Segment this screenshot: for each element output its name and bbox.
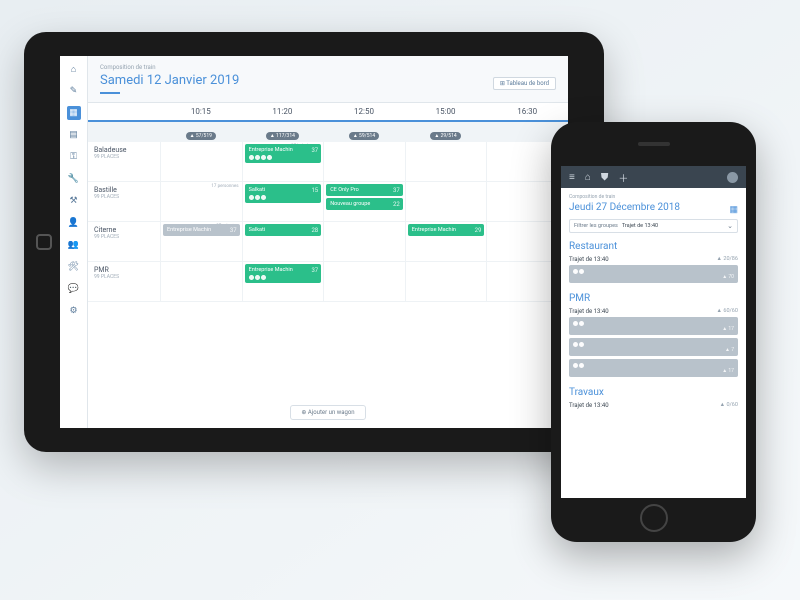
table-row: Bastille99 PLACES17 personnesSalkati15CE… [88, 182, 568, 222]
add-wagon-row: ⊕ Ajouter un wagon [88, 391, 568, 428]
booking-card[interactable]: Entreprise Machin29 [408, 224, 485, 236]
sidebar-icon-key[interactable]: ⚿ [67, 150, 81, 164]
grid-cell[interactable] [405, 182, 487, 221]
booking-card[interactable]: Entreprise Machin37 [245, 144, 322, 163]
tablet-device: ⌂ ✎ ▦ ▤ ⚿ 🔧 ⚒ 👤 👥 🛠 💬 ⚙ Composition de t… [24, 32, 604, 452]
phone-screen: ≡ ⌂ ⛊ ＋ Composition de train Jeudi 27 Dé… [561, 166, 746, 498]
booking-card[interactable]: Entreprise Machin37 [163, 224, 240, 236]
dashboard-button[interactable]: ⊞ Tableau de bord [493, 77, 556, 90]
grid-cell[interactable] [405, 142, 487, 181]
phone-home-button[interactable] [640, 504, 668, 532]
grid-cell[interactable]: Salkati15 [242, 182, 324, 221]
nav-plus-icon[interactable]: ＋ [618, 170, 628, 185]
grid-body: Baladeuse99 PLACES 37 baladeusesEntrepris… [88, 142, 568, 391]
count-row: ▲ 57/519▲ 117/314▲ 59/514▲ 29/514 [88, 122, 568, 142]
table-row: PMR99 PLACES Entreprise Machin37 [88, 262, 568, 302]
sidebar-icon-wrench[interactable]: 🔧 [67, 172, 81, 186]
section-title: Restaurant [569, 241, 738, 252]
nav-menu-icon[interactable]: ≡ [569, 172, 575, 183]
grid-cell[interactable]: 17 personnes [160, 182, 242, 221]
filter-label: Filtrer les groupes [574, 223, 618, 229]
grid-cell[interactable]: Entreprise Machin37 [242, 262, 324, 301]
add-wagon-button[interactable]: ⊕ Ajouter un wagon [290, 405, 365, 420]
phone-nav: ≡ ⌂ ⛊ ＋ [561, 166, 746, 188]
booking-card[interactable]: CE Only Pro37 [326, 184, 403, 196]
phone-speaker [638, 142, 670, 146]
trajet-header: Trajet de 13:40▲ 0/60 [569, 402, 738, 409]
row-label: Citerne99 PLACES [88, 222, 160, 261]
time-column: 16:30 [486, 103, 568, 120]
phone-device: ≡ ⌂ ⛊ ＋ Composition de train Jeudi 27 Dé… [551, 122, 756, 542]
table-row: Citerne99 PLACES37 minutesEntreprise Mac… [88, 222, 568, 262]
nav-shield-icon[interactable]: ⛊ [601, 172, 609, 183]
main-panel: Composition de train Samedi 12 Janvier 2… [88, 56, 568, 428]
booking-card[interactable]: Entreprise Machin37 [245, 264, 322, 283]
chevron-down-icon: ⌄ [727, 222, 733, 230]
section-title: PMR [569, 293, 738, 304]
header: Composition de train Samedi 12 Janvier 2… [88, 56, 568, 103]
nav-avatar[interactable] [727, 172, 738, 183]
sidebar-icon-user[interactable]: 👤 [67, 216, 81, 230]
filter-dropdown[interactable]: Filtrer les groupes Trajet de 13:40 ⌄ [569, 219, 738, 233]
booking-card[interactable]: Salkati15 [245, 184, 322, 203]
count-cell: ▲ 117/314 [242, 122, 324, 142]
grid-cell[interactable]: CE Only Pro37 Nouveau groupe22 [323, 182, 405, 221]
time-column: 15:00 [405, 103, 487, 120]
phone-booking-card[interactable]: ▲ 7 [569, 338, 738, 356]
grid-cell[interactable] [405, 262, 487, 301]
phone-section: Restaurant Trajet de 13:40▲ 20/86 ▲ 70 [569, 241, 738, 283]
time-column: 10:15 [160, 103, 242, 120]
phone-booking-card[interactable]: ▲ 17 [569, 317, 738, 335]
grid-cell[interactable]: 37 baladeusesEntreprise Machin37 [242, 142, 324, 181]
tablet-screen: ⌂ ✎ ▦ ▤ ⚿ 🔧 ⚒ 👤 👥 🛠 💬 ⚙ Composition de t… [60, 56, 568, 428]
sidebar-icon-calendar[interactable]: ▦ [67, 106, 81, 120]
booking-card[interactable]: Salkati28 [245, 224, 322, 236]
sidebar-icon-build[interactable]: 🛠 [67, 260, 81, 274]
trajet-header: Trajet de 13:40▲ 60/60 [569, 308, 738, 315]
phone-section: PMR Trajet de 13:40▲ 60/60 ▲ 17 ▲ 7 ▲ 17 [569, 293, 738, 377]
filter-value: Trajet de 13:40 [622, 223, 723, 229]
time-column: 11:20 [242, 103, 324, 120]
tablet-home-button[interactable] [36, 234, 52, 250]
count-cell: ▲ 57/519 [160, 122, 242, 142]
grid-cell[interactable] [160, 142, 242, 181]
count-cell: ▲ 29/514 [405, 122, 487, 142]
sidebar-icon-tool[interactable]: ⚒ [67, 194, 81, 208]
count-cell: ▲ 59/514 [323, 122, 405, 142]
row-label: PMR99 PLACES [88, 262, 160, 301]
grid-cell[interactable] [323, 142, 405, 181]
grid-cell[interactable] [323, 222, 405, 261]
table-row: Baladeuse99 PLACES 37 baladeusesEntrepris… [88, 142, 568, 182]
grid-cell[interactable] [160, 262, 242, 301]
phone-section: Travaux Trajet de 13:40▲ 0/60 [569, 387, 738, 409]
phone-date-title: Jeudi 27 Décembre 2018 [569, 202, 680, 213]
nav-home-icon[interactable]: ⌂ [585, 172, 591, 183]
breadcrumb: Composition de train [100, 64, 556, 71]
grid-cell[interactable] [323, 262, 405, 301]
time-column: 12:50 [323, 103, 405, 120]
phone-calendar-icon[interactable]: ▦ [729, 205, 738, 215]
section-title: Travaux [569, 387, 738, 398]
trajet-header: Trajet de 13:40▲ 20/86 [569, 256, 738, 263]
sidebar-icon-edit[interactable]: ✎ [67, 84, 81, 98]
phone-booking-card[interactable]: ▲ 17 [569, 359, 738, 377]
sidebar-icon-home[interactable]: ⌂ [67, 62, 81, 76]
row-label: Bastille99 PLACES [88, 182, 160, 221]
grid-cell[interactable]: Entreprise Machin29 [405, 222, 487, 261]
date-title: Samedi 12 Janvier 2019 [100, 73, 239, 88]
grid-cell[interactable]: Salkati28 [242, 222, 324, 261]
grid-cell[interactable]: 37 minutesEntreprise Machin37 [160, 222, 242, 261]
phone-booking-card[interactable]: ▲ 70 [569, 265, 738, 283]
sidebar-icon-chat[interactable]: 💬 [67, 282, 81, 296]
timeline-header: 10:1511:2012:5015:0016:30 [88, 103, 568, 122]
sidebar-icon-gear[interactable]: ⚙ [67, 304, 81, 318]
sidebar-icon-doc[interactable]: ▤ [67, 128, 81, 142]
phone-content: Composition de train Jeudi 27 Décembre 2… [561, 188, 746, 498]
row-label: Baladeuse99 PLACES [88, 142, 160, 181]
title-accent [100, 92, 120, 94]
sidebar: ⌂ ✎ ▦ ▤ ⚿ 🔧 ⚒ 👤 👥 🛠 💬 ⚙ [60, 56, 88, 428]
sidebar-icon-users[interactable]: 👥 [67, 238, 81, 252]
booking-card[interactable]: Nouveau groupe22 [326, 198, 403, 210]
